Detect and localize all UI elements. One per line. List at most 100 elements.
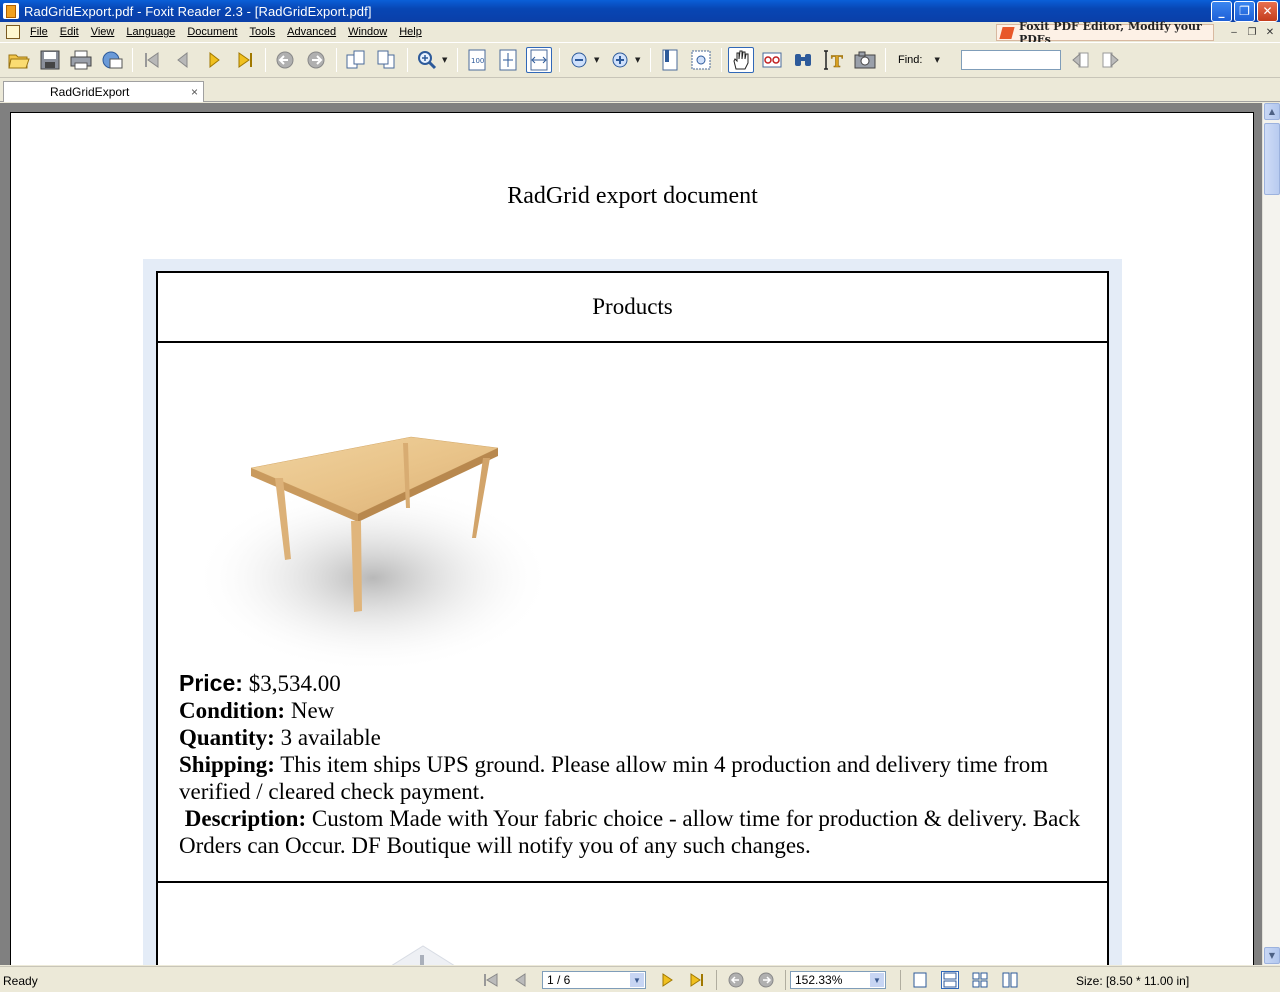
previous-page-icon: [177, 51, 188, 69]
snapshot-button[interactable]: [852, 47, 878, 73]
status-last-page-button[interactable]: [688, 971, 706, 989]
zoom-tool-dropdown-icon[interactable]: ▼: [442, 56, 450, 64]
zoom-tool-button[interactable]: [414, 47, 440, 73]
fit-width-icon: [530, 49, 548, 71]
camera-icon: [854, 51, 876, 69]
tab-close-icon[interactable]: ×: [191, 85, 198, 99]
mdi-close-button[interactable]: ✕: [1262, 25, 1278, 39]
scroll-up-arrow-icon[interactable]: ▲: [1264, 103, 1280, 120]
menu-help[interactable]: Help: [393, 26, 428, 38]
menu-bar: File Edit View Language Document Tools A…: [0, 20, 1280, 46]
find-previous-button[interactable]: [1067, 47, 1093, 73]
foxit-app-icon[interactable]: [3, 3, 19, 19]
zoom-out-icon: [571, 52, 587, 68]
back-button[interactable]: [272, 47, 298, 73]
fit-width-button[interactable]: [526, 47, 552, 73]
quantity-label: Quantity:: [179, 725, 275, 750]
fit-page-button[interactable]: [495, 47, 521, 73]
status-back-button[interactable]: [727, 971, 745, 989]
toolbar-separator: [650, 48, 651, 72]
last-page-button[interactable]: [232, 47, 258, 73]
zoom-out-button[interactable]: [566, 47, 592, 73]
find-next-button[interactable]: [1098, 47, 1124, 73]
select-text-button[interactable]: T: [821, 47, 847, 73]
find-options-dropdown-icon[interactable]: ▼: [934, 56, 942, 64]
product-table-image: [198, 436, 553, 673]
price-label: Price:: [179, 670, 243, 696]
continuous-view-button[interactable]: [941, 971, 959, 989]
menu-file[interactable]: File: [24, 26, 54, 38]
status-first-page-button[interactable]: [482, 971, 500, 989]
status-separator: [785, 970, 786, 990]
status-forward-button[interactable]: [757, 971, 775, 989]
menu-edit[interactable]: Edit: [54, 26, 85, 38]
vertical-scrollbar[interactable]: ▲ ▼: [1262, 103, 1280, 965]
snapshot-icon: [691, 50, 711, 70]
menu-view[interactable]: View: [85, 26, 121, 38]
menu-advanced[interactable]: Advanced: [281, 26, 342, 38]
toolbar-separator: [885, 48, 886, 72]
status-separator: [716, 970, 717, 990]
foxit-editor-ad-banner[interactable]: Foxit PDF Editor, Modify your PDFs: [996, 20, 1214, 46]
zoom-in-dropdown-icon[interactable]: ▼: [635, 56, 643, 64]
snapshot-area-button[interactable]: [688, 47, 714, 73]
maximize-button[interactable]: ❐: [1234, 0, 1255, 22]
tab-radgridexport[interactable]: RadGridExport ×: [3, 81, 204, 102]
single-page-icon: [913, 972, 927, 988]
facing-view-button[interactable]: [971, 971, 989, 989]
mdi-restore-button[interactable]: ❐: [1244, 25, 1260, 39]
minimize-button[interactable]: _: [1211, 0, 1232, 22]
open-button[interactable]: [6, 47, 32, 73]
hand-tool-button[interactable]: [728, 47, 754, 73]
menu-window[interactable]: Window: [342, 26, 393, 38]
back-icon: [728, 972, 744, 988]
first-page-button[interactable]: [139, 47, 165, 73]
toolbar-separator: [457, 48, 458, 72]
zoom-dropdown-icon[interactable]: ▼: [870, 973, 884, 987]
find-previous-icon: [1072, 52, 1089, 68]
shipping-label: Shipping:: [179, 752, 275, 777]
document-tab-strip: RadGridExport ×: [0, 78, 1280, 102]
document-title: RadGrid export document: [507, 183, 758, 209]
status-previous-page-button[interactable]: [512, 971, 530, 989]
next-page-button[interactable]: [201, 47, 227, 73]
first-page-icon: [145, 52, 159, 68]
status-next-page-button[interactable]: [658, 971, 676, 989]
product-row: [158, 883, 1107, 965]
menu-tools[interactable]: Tools: [243, 26, 281, 38]
find-input[interactable]: [961, 50, 1062, 70]
page-dropdown-icon[interactable]: ▼: [630, 973, 644, 987]
continuous-page-icon: [943, 972, 957, 988]
print-button[interactable]: [68, 47, 94, 73]
forward-button[interactable]: [303, 47, 329, 73]
save-icon: [40, 50, 60, 70]
document-viewer[interactable]: RadGrid export document Products Price: …: [0, 103, 1262, 965]
actual-size-button[interactable]: 100: [464, 47, 490, 73]
select-text-icon: T: [824, 50, 843, 71]
find-next-icon: [1102, 52, 1120, 68]
scrollbar-thumb[interactable]: [1264, 123, 1280, 195]
menu-document[interactable]: Document: [181, 26, 243, 38]
page-number-input[interactable]: 1 / 6 ▼: [542, 971, 646, 989]
close-button[interactable]: ✕: [1257, 0, 1278, 22]
description-value: Custom Made with Your fabric choice - al…: [179, 806, 1081, 858]
reading-button[interactable]: [759, 47, 785, 73]
rotate-right-button[interactable]: [374, 47, 400, 73]
next-page-icon: [209, 51, 220, 69]
save-button[interactable]: [37, 47, 63, 73]
zoom-level-input[interactable]: 152.33% ▼: [790, 971, 886, 989]
continuous-facing-view-button[interactable]: [1001, 971, 1019, 989]
rotate-left-button[interactable]: [343, 47, 369, 73]
zoom-in-button[interactable]: [607, 47, 633, 73]
toolbar-separator: [407, 48, 408, 72]
single-page-view-button[interactable]: [911, 971, 929, 989]
find-button[interactable]: [790, 47, 816, 73]
scroll-down-arrow-icon[interactable]: ▼: [1264, 947, 1280, 964]
mdi-minimize-button[interactable]: –: [1226, 25, 1242, 39]
zoom-out-dropdown-icon[interactable]: ▼: [594, 56, 602, 64]
previous-page-button[interactable]: [170, 47, 196, 73]
email-button[interactable]: [99, 47, 125, 73]
document-menu-icon[interactable]: [6, 25, 20, 39]
menu-language[interactable]: Language: [120, 26, 181, 38]
bookmark-button[interactable]: [657, 47, 683, 73]
